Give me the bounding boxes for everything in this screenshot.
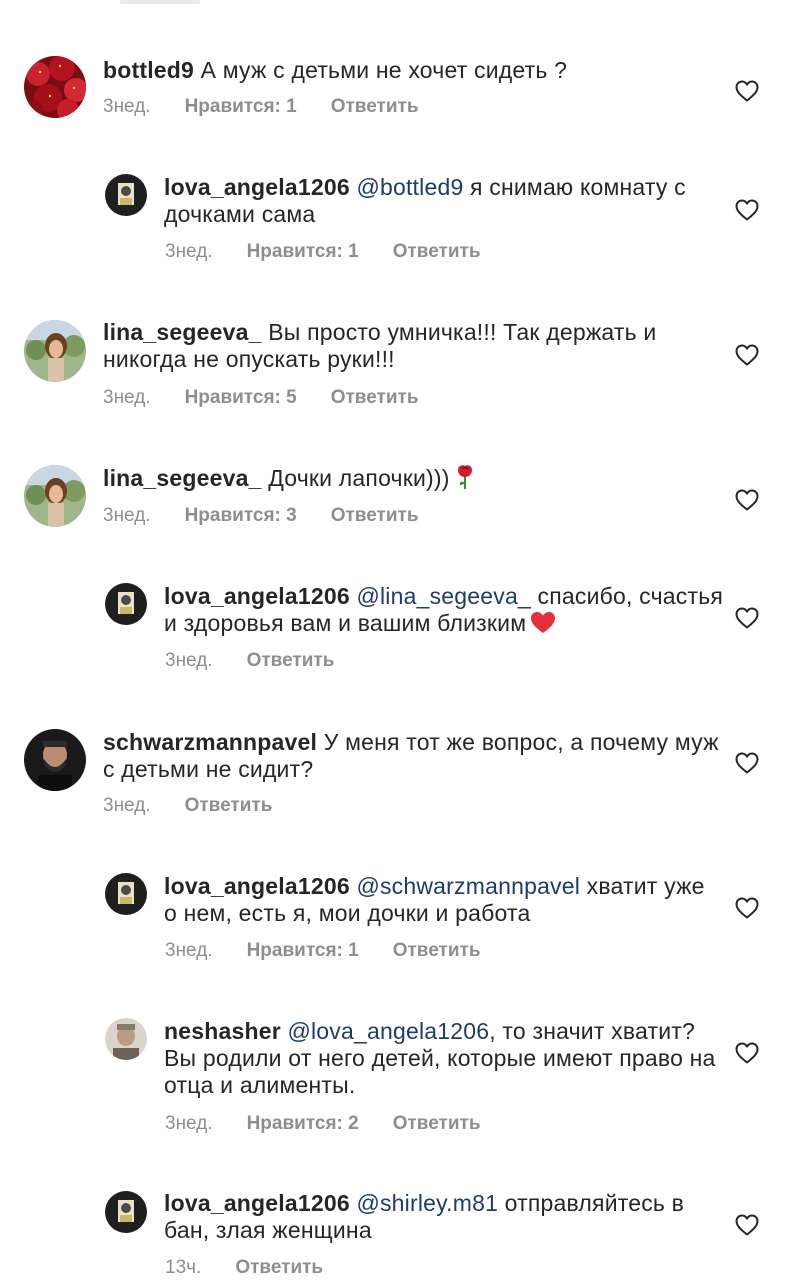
red-heart-emoji xyxy=(530,611,556,641)
dark-avatar-image xyxy=(105,583,147,625)
likes-count[interactable]: Нравится: 2 xyxy=(247,1113,359,1135)
comment-meta: 3нед. Нравится: 5 Ответить xyxy=(103,387,419,409)
rose-emoji xyxy=(454,464,476,496)
timestamp: 3нед. xyxy=(165,650,213,671)
comment-body: Дочки лапочки))) xyxy=(268,465,450,491)
timestamp: 13ч. xyxy=(165,1257,202,1278)
timestamp: 3нед. xyxy=(103,387,151,408)
username[interactable]: lina_segeeva_ xyxy=(103,319,262,345)
timestamp: 3нед. xyxy=(165,940,213,961)
timestamp: 3нед. xyxy=(103,795,151,816)
username[interactable]: lova_angela1206 xyxy=(164,583,350,609)
timestamp: 3нед. xyxy=(103,96,151,117)
username[interactable]: lova_angela1206 xyxy=(164,873,350,899)
comment-text: schwarzmannpavel У меня тот же вопрос, а… xyxy=(103,729,723,783)
comment-text: bottled9 А муж с детьми не хочет сидеть … xyxy=(103,57,723,84)
mention-link[interactable]: @shirley.m81 xyxy=(356,1190,498,1216)
timestamp: 3нед. xyxy=(165,241,213,262)
timestamp: 3нед. xyxy=(103,505,151,526)
mention-link[interactable]: @schwarzmannpavel xyxy=(356,873,580,899)
reply-button[interactable]: Ответить xyxy=(185,795,273,817)
avatar[interactable] xyxy=(24,56,86,118)
man-avatar-image xyxy=(24,729,86,791)
likes-count[interactable]: Нравится: 5 xyxy=(185,387,297,409)
reply-button[interactable]: Ответить xyxy=(393,940,481,962)
username[interactable]: lina_segeeva_ xyxy=(103,465,262,491)
mention-link[interactable]: @bottled9 xyxy=(356,174,463,200)
heart-outline-icon[interactable] xyxy=(735,1214,759,1236)
comment-text: lova_angela1206 @schwarzmannpavel хватит… xyxy=(164,873,724,927)
comment-text: lina_segeeva_ Дочки лапочки))) xyxy=(103,464,723,496)
dark-avatar-image xyxy=(105,1191,147,1233)
comment-text: lova_angela1206 @bottled9 я снимаю комна… xyxy=(164,174,724,228)
likes-count[interactable]: Нравится: 1 xyxy=(185,96,297,118)
heart-outline-icon[interactable] xyxy=(735,607,759,629)
avatar[interactable] xyxy=(105,174,147,216)
likes-count[interactable]: Нравится: 3 xyxy=(185,505,297,527)
reply-button[interactable]: Ответить xyxy=(393,1113,481,1135)
comment-meta: 3нед. Нравится: 2 Ответить xyxy=(165,1113,481,1135)
avatar[interactable] xyxy=(24,320,86,382)
likes-count[interactable]: Нравится: 1 xyxy=(247,241,359,263)
comment-meta: 3нед. Нравится: 1 Ответить xyxy=(103,96,419,118)
comment-body: А муж с детьми не хочет сидеть ? xyxy=(200,57,568,83)
reply-button[interactable]: Ответить xyxy=(247,650,335,672)
comment-meta: 3нед. Ответить xyxy=(165,650,334,672)
heart-outline-icon[interactable] xyxy=(735,1042,759,1064)
previous-content-edge xyxy=(120,0,200,4)
comment-text: lova_angela1206 @lina_segeeva_ спасибо, … xyxy=(164,583,724,641)
mention-link[interactable]: @lova_angela1206 xyxy=(287,1018,489,1044)
reply-button[interactable]: Ответить xyxy=(331,96,419,118)
heart-outline-icon[interactable] xyxy=(735,80,759,102)
avatar[interactable] xyxy=(105,873,147,915)
dark-avatar-image xyxy=(105,174,147,216)
timestamp: 3нед. xyxy=(165,1113,213,1134)
username[interactable]: neshasher xyxy=(164,1018,281,1044)
comment-text: lova_angela1206 @shirley.m81 отправляйте… xyxy=(164,1190,724,1244)
username[interactable]: lova_angela1206 xyxy=(164,1190,350,1216)
username[interactable]: bottled9 xyxy=(103,57,194,83)
comment-text: lina_segeeva_ Вы просто умничка!!! Так д… xyxy=(103,319,723,373)
dark-avatar-image xyxy=(105,873,147,915)
comment-meta: 3нед. Нравится: 3 Ответить xyxy=(103,505,419,527)
avatar[interactable] xyxy=(105,1191,147,1233)
strawberries-avatar-image xyxy=(24,56,86,118)
username[interactable]: lova_angela1206 xyxy=(164,174,350,200)
avatar[interactable] xyxy=(105,1018,147,1060)
avatar[interactable] xyxy=(24,465,86,527)
comment-meta: 13ч. Ответить xyxy=(165,1257,323,1279)
heart-outline-icon[interactable] xyxy=(735,897,759,919)
reply-button[interactable]: Ответить xyxy=(393,241,481,263)
heart-outline-icon[interactable] xyxy=(735,752,759,774)
comment-text: neshasher @lova_angela1206, то значит хв… xyxy=(164,1018,724,1099)
avatar[interactable] xyxy=(105,583,147,625)
mention-link[interactable]: @lina_segeeva_ xyxy=(356,583,531,609)
comment-meta: 3нед. Нравится: 1 Ответить xyxy=(165,940,481,962)
heart-outline-icon[interactable] xyxy=(735,344,759,366)
woman-avatar-image xyxy=(24,320,86,382)
likes-count[interactable]: Нравится: 1 xyxy=(247,940,359,962)
avatar[interactable] xyxy=(24,729,86,791)
reply-button[interactable]: Ответить xyxy=(331,387,419,409)
reply-button[interactable]: Ответить xyxy=(331,505,419,527)
comment-meta: 3нед. Ответить xyxy=(103,795,272,817)
reply-button[interactable]: Ответить xyxy=(235,1257,323,1279)
heart-outline-icon[interactable] xyxy=(735,199,759,221)
woman-avatar-image xyxy=(24,465,86,527)
username[interactable]: schwarzmannpavel xyxy=(103,729,317,755)
light-avatar-image xyxy=(105,1018,147,1060)
heart-outline-icon[interactable] xyxy=(735,489,759,511)
comment-meta: 3нед. Нравится: 1 Ответить xyxy=(165,241,481,263)
